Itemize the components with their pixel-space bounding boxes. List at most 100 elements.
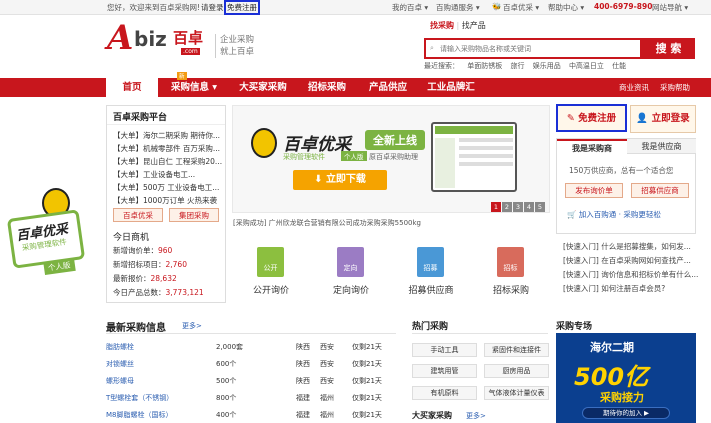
- nav-supply[interactable]: 产品供应: [360, 78, 416, 97]
- news-item[interactable]: 【大单】500万 工业设备电工...: [113, 182, 219, 193]
- free-register-button[interactable]: ✎ 免费注册: [556, 104, 627, 132]
- tile-public-inquiry[interactable]: 公开 公开询价: [231, 245, 311, 303]
- download-icon: ⬇: [314, 174, 326, 185]
- search-input[interactable]: [426, 40, 626, 57]
- tile-tender[interactable]: 招标 招标采购: [471, 245, 551, 303]
- search-tabs: 找采购 | 找产品: [430, 21, 486, 30]
- page-dot[interactable]: 5: [535, 202, 545, 212]
- special-title: 采购专场: [556, 322, 593, 332]
- hot-tag[interactable]: 紧固件和连接件: [484, 343, 549, 357]
- download-button[interactable]: ⬇ 立即下载: [293, 170, 387, 190]
- new-badge: 新: [177, 72, 187, 80]
- hot-word-label: 最近搜索：: [424, 62, 459, 70]
- row-name[interactable]: 脂肪螺栓: [106, 342, 134, 352]
- site-nav-menu[interactable]: 网站导航 ▾: [652, 2, 688, 13]
- row-name[interactable]: M8脚脂螺栓（国标）: [106, 410, 173, 420]
- hot-tag[interactable]: 厨房用品: [484, 364, 549, 378]
- promo-badge: 全新上线: [365, 130, 425, 150]
- table-row[interactable]: 对锁螺丝 600个 陕西 西安 仅剩21天: [106, 359, 396, 371]
- search-button[interactable]: 搜 索: [642, 38, 695, 59]
- news-item[interactable]: 【大单】1000万订单 火热来袭: [113, 195, 217, 206]
- hot-tag[interactable]: 手动工具: [412, 343, 477, 357]
- logo-dotcom: .com: [181, 48, 200, 55]
- youcai-button[interactable]: 百卓优采: [113, 208, 163, 222]
- hot-word[interactable]: 中高温日立: [569, 62, 604, 70]
- join-mall-link[interactable]: 🛒 加入百购通 · 采购更轻松: [567, 209, 661, 220]
- recruit-supplier-button[interactable]: 招募供应商: [631, 183, 689, 198]
- nav-brand[interactable]: 工业品牌汇: [418, 78, 484, 97]
- login-link[interactable]: 请登录: [201, 2, 224, 13]
- help-center-menu[interactable]: 帮助中心 ▾: [548, 2, 584, 13]
- page-dot[interactable]: 2: [502, 202, 512, 212]
- row-qty: 400个: [216, 411, 237, 419]
- hot-word[interactable]: 仕能: [612, 62, 626, 70]
- help-link[interactable]: [快速入门] 如何注册百卓会员?: [563, 283, 665, 294]
- page-dot[interactable]: 1: [491, 202, 501, 212]
- nav-big-buyer[interactable]: 大买家采购: [230, 78, 296, 97]
- side-personal-badge: 个人版: [43, 257, 76, 276]
- news-item[interactable]: 【大单】海尔二期采购 期待你...: [113, 130, 220, 141]
- row-days: 仅剩21天: [352, 343, 382, 351]
- tab-find-product[interactable]: 找产品: [462, 21, 486, 30]
- youcai-menu[interactable]: 百卓优采 ▾: [503, 2, 539, 13]
- table-row[interactable]: T型螺栓套（不锈钢） 800个 福建 福州 仅剩21天: [106, 393, 396, 405]
- nav-purchase-help[interactable]: 采购帮助: [654, 78, 696, 97]
- mall-service-menu[interactable]: 百购通服务 ▾: [436, 2, 480, 13]
- tab-find-buy[interactable]: 找采购: [430, 21, 454, 30]
- latest-more-link[interactable]: 更多>: [182, 321, 202, 331]
- row-city: 西安: [320, 360, 334, 368]
- hot-tag[interactable]: 建筑用管: [412, 364, 477, 378]
- hot-word[interactable]: 单面防锈板: [467, 62, 502, 70]
- tile-recruit-supplier[interactable]: 招募 招募供应商: [391, 245, 471, 303]
- logo-biz: biz: [134, 27, 167, 51]
- my-abiz-menu[interactable]: 我的百卓 ▾: [392, 2, 428, 13]
- special-join-button[interactable]: 期待你的加入 ▶: [582, 407, 670, 419]
- nav-home[interactable]: 首页: [106, 78, 158, 97]
- hot-tag[interactable]: 有机原料: [412, 386, 477, 400]
- welcome-text: 您好，欢迎来到百卓采购网!: [107, 3, 201, 12]
- promo-banner[interactable]: 百卓优采 采购管理软件 个人版 全新上线 原百卓采购助理 ⬇ 立即下载 1 2 …: [232, 105, 550, 213]
- slogan: 企业采购 就上百卓: [215, 34, 254, 58]
- tile-directed-inquiry[interactable]: 定向 定向询价: [311, 245, 391, 303]
- help-link[interactable]: [快速入门] 询价信息和招标价单有什么...: [563, 269, 698, 280]
- news-item[interactable]: 【大单】机械零部件 百万采购...: [113, 143, 220, 154]
- table-row[interactable]: 螺形螺母 500个 陕西 西安 仅剩21天: [106, 376, 396, 388]
- help-link[interactable]: [快速入门] 什么是招募搜集，如何发...: [563, 241, 691, 252]
- side-youcai-ad[interactable]: 百卓优采 采购管理软件 个人版: [6, 188, 96, 278]
- row-name[interactable]: 对锁螺丝: [106, 359, 134, 369]
- register-link[interactable]: 免费注册: [224, 0, 260, 15]
- yen-icon: 公开: [257, 247, 284, 277]
- news-item[interactable]: 【大单】工业设备电工...: [113, 169, 195, 180]
- hot-words: 最近搜索： 单面防锈板 旅行 娱乐用品 中高温日立 仕能: [424, 61, 632, 71]
- role-panel: 我是采购商 我是供应商 150万供应商，总有一个适合您 发布询价单 招募供应商 …: [556, 138, 696, 234]
- row-name[interactable]: T型螺栓套（不锈钢）: [106, 393, 173, 403]
- tab-seller[interactable]: 我是供应商: [627, 139, 696, 154]
- row-city: 西安: [320, 377, 334, 385]
- slogan-line-1: 企业采购: [220, 35, 255, 45]
- hot-word[interactable]: 娱乐用品: [533, 62, 561, 70]
- special-banner[interactable]: 海尔二期 500亿 采购接力 期待你的加入 ▶: [556, 333, 696, 423]
- login-button[interactable]: 👤 立即登录: [630, 105, 696, 133]
- people-icon: 招募: [417, 247, 444, 277]
- group-purchase-button[interactable]: 集团采购: [169, 208, 219, 222]
- nav-business-news[interactable]: 商业资讯: [614, 78, 654, 97]
- edit-icon: ✎: [566, 113, 579, 124]
- table-row[interactable]: 脂肪螺栓 2,000套 陕西 西安 仅剩21天: [106, 342, 396, 354]
- hot-tag[interactable]: 气体液体计量仪表: [484, 386, 549, 400]
- news-item[interactable]: 【大单】昆山自仁 工程采购20...: [113, 156, 222, 167]
- row-name[interactable]: 螺形螺母: [106, 376, 134, 386]
- tab-buyer[interactable]: 我是采购商: [557, 139, 627, 154]
- hot-word[interactable]: 旅行: [510, 62, 524, 70]
- nav-tender[interactable]: 招标采购: [298, 78, 356, 97]
- nav-purchase-info[interactable]: 采购信息 ▾: [163, 78, 225, 97]
- search-icon: ⌕: [430, 44, 434, 52]
- page-dot[interactable]: 4: [524, 202, 534, 212]
- success-ticker[interactable]: [采购成功] 广州欣龙联合营销有限公司成功采购采购5500kg: [233, 218, 421, 228]
- help-link[interactable]: [快速入门] 在百卓采购网如何查找产...: [563, 255, 691, 266]
- row-prov: 陕西: [296, 360, 310, 368]
- table-row[interactable]: M8脚脂螺栓（国标） 400个 福建 福州 仅剩21天: [106, 410, 396, 422]
- bee-icon: 🐝: [492, 2, 502, 11]
- publish-inquiry-button[interactable]: 发布询价单: [565, 183, 623, 198]
- page-dot[interactable]: 3: [513, 202, 523, 212]
- big-buyer-more-link[interactable]: 更多>: [466, 411, 486, 421]
